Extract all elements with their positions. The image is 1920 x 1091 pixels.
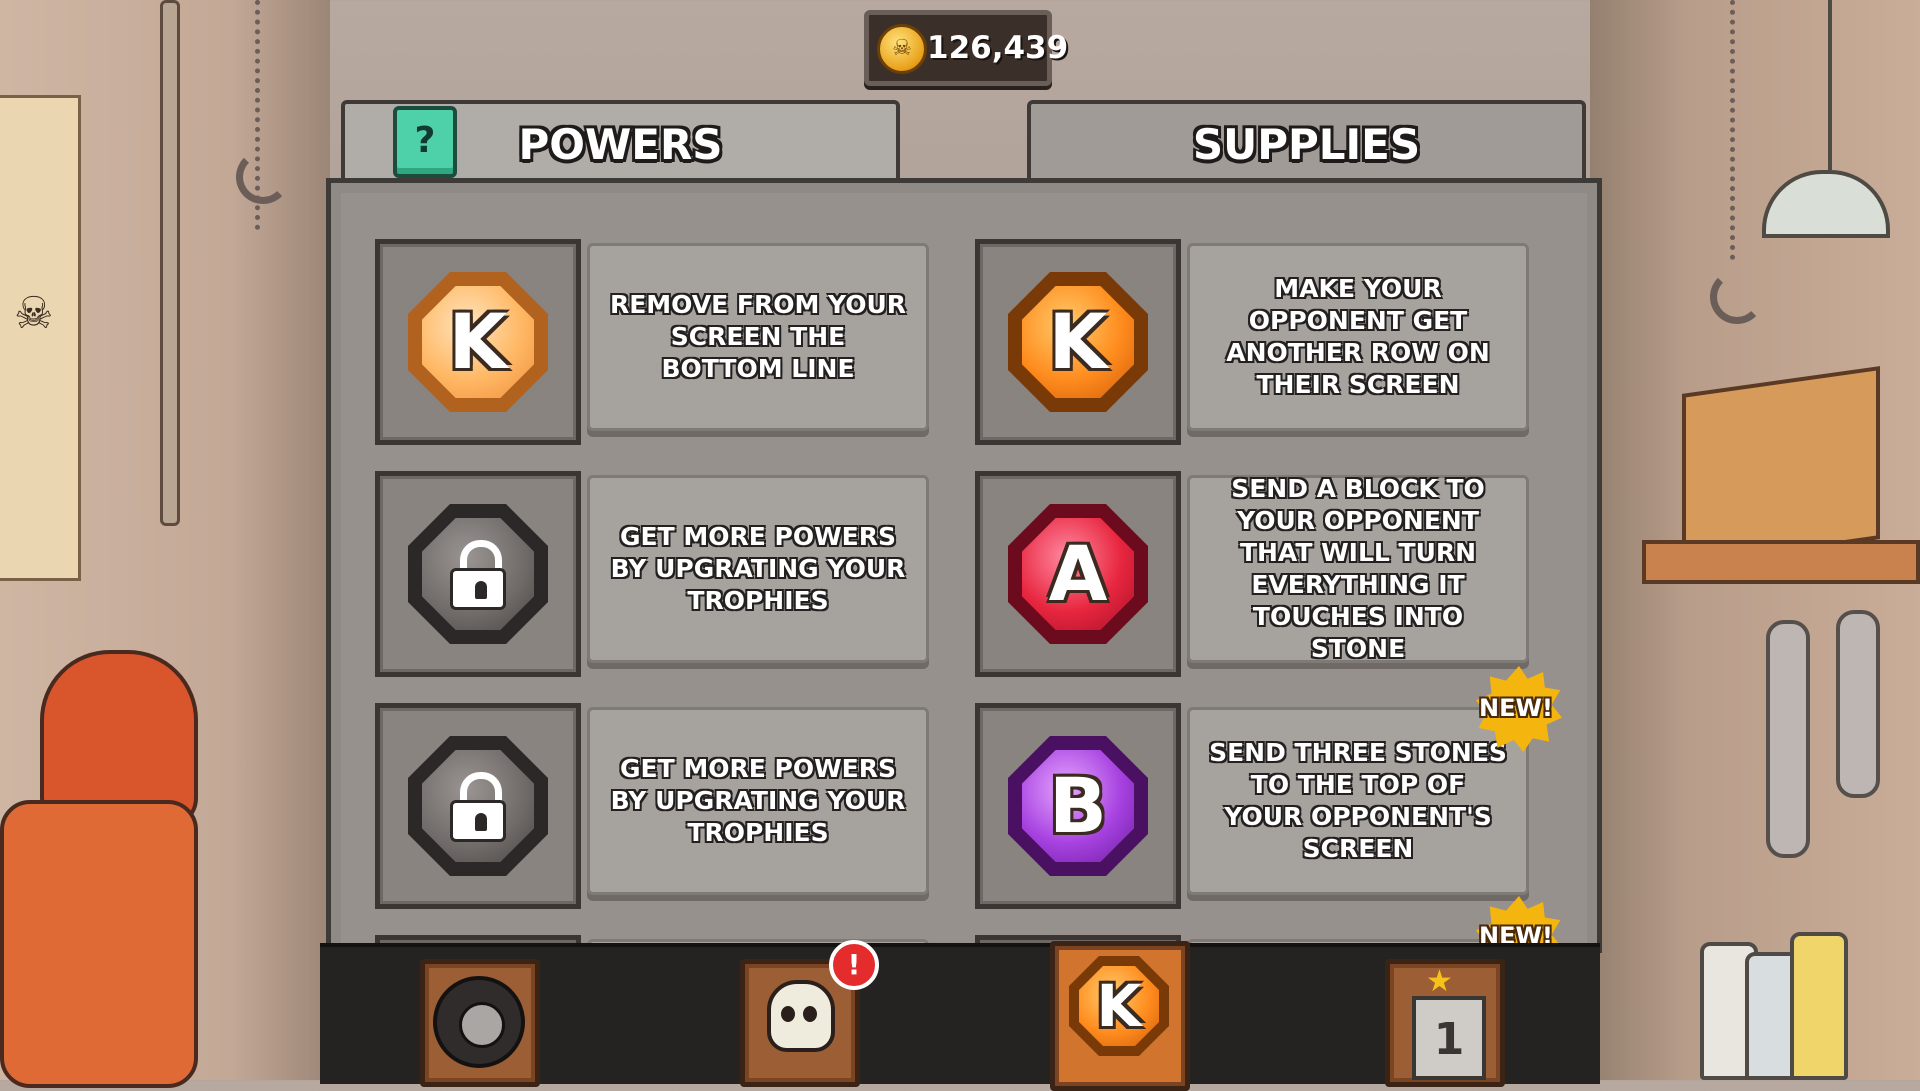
help-button[interactable]: ? (393, 106, 457, 178)
skull-icon: ☠ (14, 288, 54, 339)
supply-slot-1[interactable]: K (975, 239, 1181, 445)
star-icon: ★ (1426, 964, 1453, 999)
power-slot-1[interactable]: K (375, 239, 581, 445)
locked-gem-icon (408, 504, 548, 644)
supply-description-text: SEND A BLOCK TO YOUR OPPONENT THAT WILL … (1231, 474, 1485, 663)
shelf-decoration (1642, 540, 1920, 584)
gem-b-icon: B (1008, 736, 1148, 876)
gem-letter: K (1048, 297, 1108, 386)
gem-k-icon: K (1069, 956, 1169, 1056)
spray-cans-decoration (1700, 930, 1890, 1080)
power-slot-3[interactable] (375, 703, 581, 909)
gem-letter: B (1049, 761, 1107, 850)
nav-powers-button[interactable]: K (1050, 941, 1190, 1091)
nav-trophies-button[interactable]: ★ 1 (1385, 959, 1505, 1087)
powers-panel[interactable]: K REMOVE FROM YOUR SCREEN THE BOTTOM LIN… (326, 178, 1602, 953)
bottom-nav-bar: ! K ★ 1 (320, 940, 1600, 1091)
nav-vehicle-button[interactable] (420, 959, 540, 1087)
podium-number: 1 (1433, 1014, 1465, 1065)
power-description-3: GET MORE POWERS BY UPGRATING YOUR TROPHI… (587, 707, 929, 895)
chair-decoration (0, 650, 210, 1088)
hook-decoration (1710, 270, 1764, 324)
gem-k-icon: K (1008, 272, 1148, 412)
coin-value: 126,439 (927, 30, 1069, 66)
lock-icon (450, 540, 506, 610)
panel-scroll-area[interactable]: K REMOVE FROM YOUR SCREEN THE BOTTOM LIN… (341, 193, 1587, 953)
supply-slot-2[interactable]: A (975, 471, 1181, 677)
supply-description-2: SEND A BLOCK TO YOUR OPPONENT THAT WILL … (1187, 474, 1529, 663)
power-description-text: GET MORE POWERS BY UPGRATING YOUR TROPHI… (610, 754, 906, 847)
supply-slot-3[interactable]: B (975, 703, 1181, 909)
power-description-text: GET MORE POWERS BY UPGRATING YOUR TROPHI… (610, 522, 906, 615)
pipe-decoration (160, 0, 180, 526)
chair-seat (0, 800, 198, 1088)
hook-decoration (236, 150, 290, 204)
chain-decoration (1730, 0, 1757, 260)
tab-supplies-label: SUPPLIES (1192, 120, 1421, 169)
power-description-text: REMOVE FROM YOUR SCREEN THE BOTTOM LINE (609, 290, 907, 383)
wrench-decoration (1836, 610, 1880, 798)
box-decoration (1682, 366, 1880, 567)
trophy-podium-icon: 1 (1412, 996, 1486, 1080)
lamp-cord (1828, 0, 1832, 170)
power-description-1: REMOVE FROM YOUR SCREEN THE BOTTOM LINE (587, 243, 929, 431)
gem-letter: K (448, 297, 508, 386)
power-slot-2[interactable] (375, 471, 581, 677)
gem-letter: A (1048, 529, 1108, 618)
supply-description-3: SEND THREE STONES TO THE TOP OF YOUR OPP… (1187, 707, 1529, 895)
supply-description-text: SEND THREE STONES TO THE TOP OF YOUR OPP… (1209, 738, 1507, 863)
nav-gem-letter: K (1096, 972, 1142, 1040)
treasure-map-decoration: ☠ (0, 95, 81, 581)
power-description-2: GET MORE POWERS BY UPGRATING YOUR TROPHI… (587, 475, 929, 663)
tab-supplies[interactable]: SUPPLIES (1027, 100, 1586, 186)
tire-icon (433, 976, 525, 1068)
spray-can (1790, 932, 1848, 1080)
skull-swords-icon (767, 980, 835, 1052)
lock-icon (450, 772, 506, 842)
skull-coin-icon: ☠ (877, 24, 927, 74)
supply-description-1: MAKE YOUR OPPONENT GET ANOTHER ROW ON TH… (1187, 243, 1529, 431)
gem-k-icon: K (408, 272, 548, 412)
gem-a-icon: A (1008, 504, 1148, 644)
coin-counter: ☠ 126,439 (864, 10, 1068, 86)
locked-gem-icon (408, 736, 548, 876)
nav-characters-button[interactable]: ! (740, 940, 879, 1087)
alert-badge: ! (829, 940, 879, 990)
new-badge-label: NEW! (1479, 694, 1553, 722)
supply-description-text: MAKE YOUR OPPONENT GET ANOTHER ROW ON TH… (1226, 274, 1490, 399)
wrench-decoration (1766, 620, 1810, 858)
